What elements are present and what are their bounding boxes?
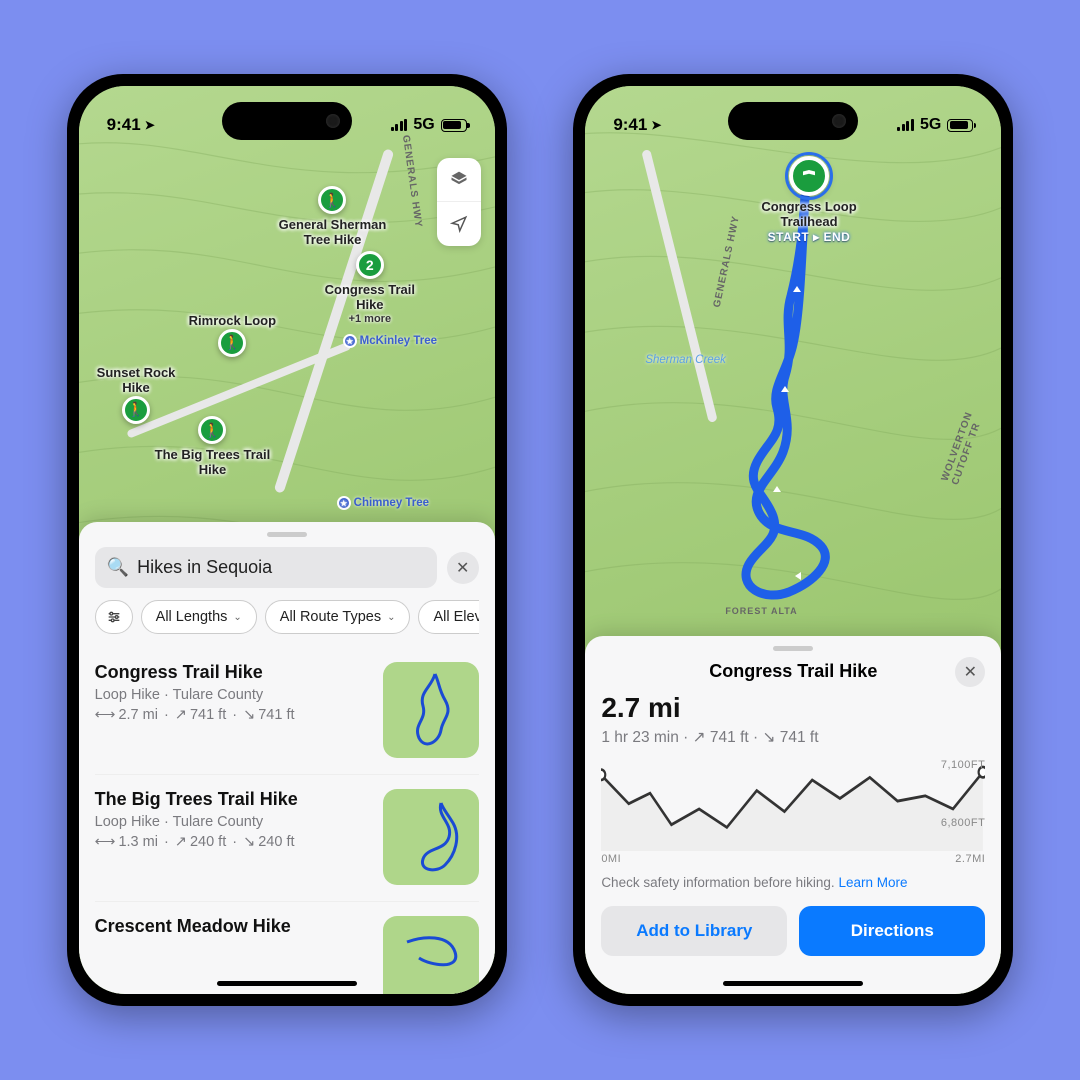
battery-icon bbox=[441, 119, 467, 132]
map-layers-button[interactable] bbox=[437, 158, 481, 202]
detail-sheet[interactable]: Congress Trail Hike ✕ 2.7 mi 1 hr 23 min… bbox=[585, 636, 1001, 994]
chip-length[interactable]: All Lengths⌄ bbox=[141, 600, 257, 634]
trailhead-pin[interactable]: Congress Loop Trailhead START ▸ END bbox=[761, 156, 856, 244]
sheet-title: Congress Trail Hike bbox=[709, 661, 877, 682]
chevron-down-icon: ⌄ bbox=[387, 612, 395, 623]
locate-me-button[interactable] bbox=[437, 202, 481, 246]
map-pin-congress[interactable]: 2 Congress Trail Hike +1 more bbox=[325, 251, 415, 325]
sheet-grabber[interactable] bbox=[267, 532, 307, 537]
chevron-down-icon: ⌄ bbox=[233, 612, 241, 623]
clear-search-button[interactable]: ✕ bbox=[447, 552, 479, 584]
filter-settings-button[interactable] bbox=[95, 600, 133, 634]
network-label: 5G bbox=[413, 116, 434, 134]
search-input[interactable]: 🔍 Hikes in Sequoia bbox=[95, 547, 437, 588]
phone-left: 9:41 ➤ 5G GENERALS HWY bbox=[67, 74, 507, 1006]
search-value: Hikes in Sequoia bbox=[137, 557, 272, 578]
result-stats: ⟷ 1.3 mi· ↗ 240 ft· ↘ 240 ft bbox=[95, 834, 298, 850]
close-button[interactable]: ✕ bbox=[955, 657, 985, 687]
status-time: 9:41 bbox=[107, 115, 141, 135]
learn-more-link[interactable]: Learn More bbox=[838, 875, 907, 890]
battery-icon bbox=[947, 119, 973, 132]
result-title: Congress Trail Hike bbox=[95, 662, 295, 683]
x-start-label: 0MI bbox=[601, 853, 621, 865]
x-end-label: 2.7MI bbox=[955, 853, 985, 865]
map-pin-sherman[interactable]: 🚶 General Sherman Tree Hike bbox=[279, 186, 387, 248]
trail-thumbnail bbox=[383, 789, 479, 885]
chip-route-type[interactable]: All Route Types⌄ bbox=[265, 600, 411, 634]
add-to-library-button[interactable]: Add to Library bbox=[601, 906, 787, 956]
elev-min-label: 6,800FT bbox=[941, 817, 985, 829]
trail-thumbnail bbox=[383, 916, 479, 994]
signal-icon bbox=[897, 119, 914, 131]
results-sheet[interactable]: 🔍 Hikes in Sequoia ✕ All Lengths⌄ All Ro… bbox=[79, 522, 495, 994]
location-icon: ➤ bbox=[145, 118, 155, 132]
poi-chimney[interactable]: ★Chimney Tree bbox=[337, 496, 429, 510]
status-time: 9:41 bbox=[613, 115, 647, 135]
poi-mckinley[interactable]: ★McKinley Tree bbox=[343, 334, 437, 348]
result-meta: Loop Hike · Tulare County bbox=[95, 814, 298, 830]
location-icon: ➤ bbox=[651, 118, 661, 132]
list-item[interactable]: The Big Trees Trail Hike Loop Hike · Tul… bbox=[95, 774, 479, 901]
results-list: Congress Trail Hike Loop Hike · Tulare C… bbox=[95, 648, 479, 994]
result-title: Crescent Meadow Hike bbox=[95, 916, 291, 937]
screen-left: 9:41 ➤ 5G GENERALS HWY bbox=[79, 86, 495, 994]
map-pin-bigtrees[interactable]: 🚶 The Big Trees Trail Hike bbox=[155, 416, 271, 478]
screen-right: 9:41 ➤ 5G GENERALS HWY WOLVERTON CUTOFF bbox=[585, 86, 1001, 994]
result-meta: Loop Hike · Tulare County bbox=[95, 687, 295, 703]
chip-elevation[interactable]: All Elev bbox=[418, 600, 478, 634]
trail-stats-line: 1 hr 23 min · ↗ 741 ft · ↘ 741 ft bbox=[601, 728, 985, 747]
elevation-chart: 7,100FT 6,800FT bbox=[601, 759, 985, 851]
result-stats: ⟷ 2.7 mi· ↗ 741 ft· ↘ 741 ft bbox=[95, 707, 295, 723]
map-controls bbox=[437, 158, 481, 246]
dynamic-island bbox=[222, 102, 352, 140]
list-item[interactable]: Congress Trail Hike Loop Hike · Tulare C… bbox=[95, 648, 479, 774]
directions-button[interactable]: Directions bbox=[799, 906, 985, 956]
network-label: 5G bbox=[920, 116, 941, 134]
dynamic-island bbox=[728, 102, 858, 140]
phone-right: 9:41 ➤ 5G GENERALS HWY WOLVERTON CUTOFF bbox=[573, 74, 1013, 1006]
result-title: The Big Trees Trail Hike bbox=[95, 789, 298, 810]
signal-icon bbox=[391, 119, 408, 131]
search-icon: 🔍 bbox=[107, 557, 129, 578]
distance-value: 2.7 mi bbox=[601, 692, 985, 724]
map-pin-rimrock[interactable]: Rimrock Loop 🚶 bbox=[189, 314, 276, 361]
safety-note: Check safety information before hiking. … bbox=[601, 875, 985, 890]
trail-thumbnail bbox=[383, 662, 479, 758]
home-indicator[interactable] bbox=[723, 981, 863, 986]
home-indicator[interactable] bbox=[217, 981, 357, 986]
elev-max-label: 7,100FT bbox=[941, 759, 985, 771]
sheet-grabber[interactable] bbox=[773, 646, 813, 651]
filter-chips: All Lengths⌄ All Route Types⌄ All Elev bbox=[95, 600, 479, 634]
